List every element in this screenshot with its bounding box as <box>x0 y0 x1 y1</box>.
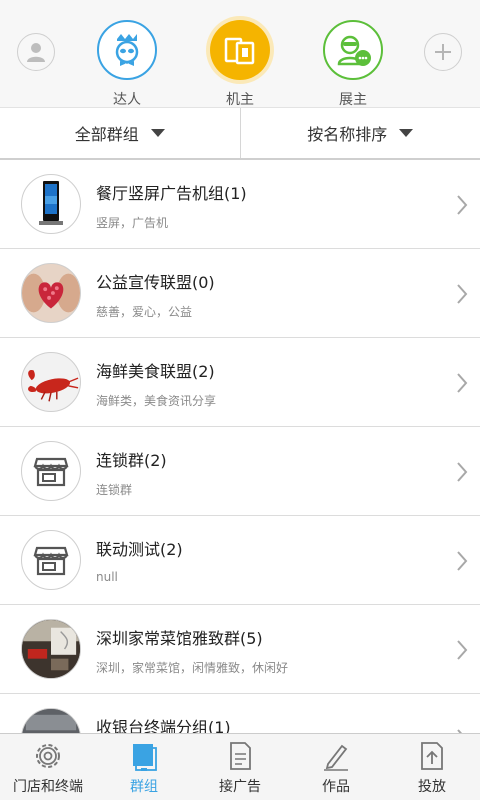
group-row[interactable]: 联动测试(2) null <box>0 516 480 605</box>
group-filter-dropdown[interactable]: 全部群组 <box>0 108 240 158</box>
tab-works[interactable]: 作品 <box>288 734 384 800</box>
tab-stores-terminals[interactable]: 门店和终端 <box>0 734 96 800</box>
gear-icon <box>36 744 60 768</box>
chevron-right-icon <box>457 195 468 215</box>
group-filter-label: 全部群组 <box>74 125 139 144</box>
group-row[interactable]: 连锁群(2) 连锁群 <box>0 427 480 516</box>
group-list: 餐厅竖屏广告机组(1) 竖屏，广告机 公益宣传联盟(0) 慈善，爱心，公益 海鲜… <box>0 160 480 733</box>
group-row[interactable]: 公益宣传联盟(0) 慈善，爱心，公益 <box>0 249 480 338</box>
ad-kiosk-image <box>21 174 81 234</box>
profile-button[interactable] <box>17 33 55 71</box>
group-tags: 连锁群 <box>96 483 133 497</box>
group-title: 收银台终端分组(1) <box>96 718 231 733</box>
role-device-owner[interactable]: 机主 <box>210 20 270 109</box>
upload-file-icon <box>421 742 443 770</box>
role-bar: 达人 机主 展主 <box>0 0 480 108</box>
chevron-right-icon <box>457 284 468 304</box>
role-expert-ring <box>97 20 157 80</box>
role-expert-label: 达人 <box>113 92 141 108</box>
heart-hands-image <box>21 263 81 323</box>
role-device-owner-label: 机主 <box>226 92 254 108</box>
lobster-image <box>21 352 81 412</box>
group-title: 海鲜美食联盟(2) <box>96 362 215 381</box>
user-icon <box>27 43 45 62</box>
group-tags: 竖屏，广告机 <box>96 216 169 230</box>
tab-accept-ads[interactable]: 接广告 <box>192 734 288 800</box>
expert-face-icon <box>115 34 139 66</box>
chevron-right-icon <box>457 640 468 660</box>
tab-groups[interactable]: 群组 <box>96 734 192 800</box>
tab-label: 投放 <box>418 779 446 795</box>
group-title: 连锁群(2) <box>96 451 167 470</box>
add-icon <box>435 44 451 60</box>
group-row[interactable]: 餐厅竖屏广告机组(1) 竖屏，广告机 <box>0 160 480 249</box>
sort-filter-dropdown[interactable]: 按名称排序 <box>239 108 480 158</box>
tab-label: 群组 <box>130 779 158 795</box>
group-screen-icon <box>133 744 157 771</box>
tab-publish[interactable]: 投放 <box>384 734 480 800</box>
chevron-right-icon <box>457 373 468 393</box>
tab-label: 作品 <box>322 779 350 795</box>
group-row[interactable]: 深圳家常菜馆雅致群(5) 深圳，家常菜馆，闲情雅致，休闲好 <box>0 605 480 694</box>
group-title: 餐厅竖屏广告机组(1) <box>96 184 247 203</box>
tab-label: 门店和终端 <box>13 779 83 795</box>
add-button[interactable] <box>424 33 462 71</box>
tab-label: 接广告 <box>219 779 261 795</box>
group-tags: 深圳，家常菜馆，闲情雅致，休闲好 <box>96 661 289 675</box>
role-exhibitor-ring <box>323 20 383 80</box>
chevron-right-icon <box>457 551 468 571</box>
role-expert[interactable]: 达人 <box>97 20 157 109</box>
group-tags: 海鲜类，美食资讯分享 <box>96 394 217 408</box>
dropdown-arrow-icon <box>150 129 165 137</box>
group-tags: 慈善，爱心，公益 <box>96 305 193 319</box>
group-title: 深圳家常菜馆雅致群(5) <box>96 629 263 648</box>
filter-bar: 全部群组 按名称排序 <box>0 108 480 160</box>
pen-icon <box>324 744 348 771</box>
group-title: 公益宣传联盟(0) <box>96 273 215 292</box>
device-owner-icon <box>224 37 255 65</box>
role-exhibitor[interactable]: 展主 <box>323 20 383 109</box>
sort-filter-label: 按名称排序 <box>307 125 388 144</box>
store-icon <box>21 441 81 501</box>
cashier-image <box>21 708 81 733</box>
group-row[interactable]: 海鲜美食联盟(2) 海鲜类，美食资讯分享 <box>0 338 480 427</box>
bottom-tab-bar: 门店和终端 群组 接广告 作品 投放 <box>0 733 480 800</box>
group-tags: null <box>96 570 118 584</box>
exhibitor-chat-icon <box>337 35 371 66</box>
dropdown-arrow-icon <box>399 129 414 137</box>
group-row[interactable]: 收银台终端分组(1) <box>0 694 480 733</box>
group-title: 联动测试(2) <box>96 540 183 559</box>
document-icon <box>230 742 251 770</box>
role-device-owner-ring <box>210 20 270 80</box>
store-icon <box>21 530 81 590</box>
role-exhibitor-label: 展主 <box>339 92 367 108</box>
desk-photo-image <box>21 619 81 679</box>
chevron-right-icon <box>457 462 468 482</box>
